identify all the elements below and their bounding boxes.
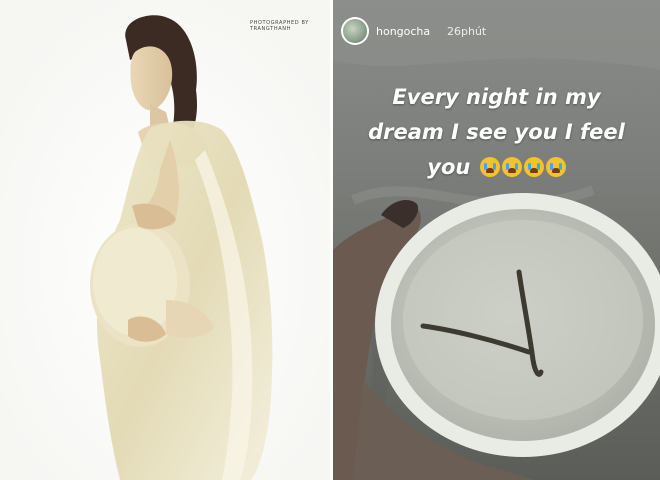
maternity-photo: PHOTOGRAPHED BY TRANGTHANH [0, 0, 330, 480]
post-time: 26phút [447, 25, 487, 38]
crying-face-icon [523, 157, 544, 177]
crying-face-icon [545, 157, 566, 177]
story-header: hongocha 26phút [333, 12, 660, 48]
caption-line-2: dream I see you I feel [368, 120, 625, 144]
crying-face-icon [501, 157, 522, 177]
username[interactable]: hongocha [376, 25, 430, 38]
story-caption: Every night in my dream I see you I feel… [333, 80, 660, 185]
caption-line-1: Every night in my [392, 85, 601, 109]
story-photo-bowl [333, 0, 660, 480]
photo-credit: PHOTOGRAPHED BY TRANGTHANH [250, 20, 309, 32]
crying-face-icon [479, 157, 500, 177]
instagram-story: hongocha 26phút Every night in my dream … [333, 0, 660, 480]
caption-line-3: you [333, 150, 660, 185]
avatar[interactable] [341, 17, 369, 45]
maternity-photo-illustration [0, 0, 330, 480]
